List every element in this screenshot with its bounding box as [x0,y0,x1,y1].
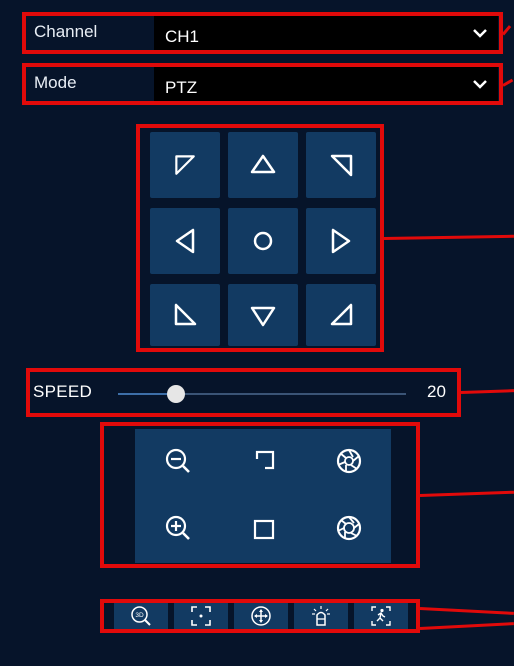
tracking-button[interactable] [354,603,408,629]
chevron-down-icon[interactable] [472,27,488,39]
mode-select[interactable] [154,67,498,101]
ptz-down-button[interactable] [228,284,298,346]
ptz-up-right-button[interactable] [306,132,376,198]
light-icon [312,606,330,626]
zoom-out-button[interactable] [135,429,221,493]
iris-open-icon [336,515,362,541]
iris-close-button[interactable] [307,429,391,493]
ptz-up-left-button[interactable] [150,132,220,198]
callout-line [419,490,514,497]
arrow-up-left-icon [175,155,195,175]
mode-label: Mode [34,73,77,92]
ptz-down-left-button[interactable] [150,284,220,346]
arrow-right-icon [331,228,351,254]
chevron-down-icon[interactable] [472,78,488,90]
zoom-out-icon [165,448,190,473]
focus-frame-button[interactable] [174,603,228,629]
arrow-up-icon [250,154,276,174]
arrow-left-icon [175,228,195,254]
speed-label: SPEED [33,382,93,401]
3d-zoom-button[interactable]: 3D [114,603,168,629]
focus-near-button[interactable] [221,496,307,560]
zoom-in-icon [165,515,190,540]
ptz-center-button[interactable] [228,208,298,274]
center-circle-icon [253,231,273,251]
focus-frame-icon [191,606,211,626]
ptz-up-button[interactable] [228,132,298,198]
callout-line [460,389,514,394]
focus-near-icon [253,519,275,540]
channel-value: CH1 [165,27,200,46]
callout-line [419,622,514,630]
ptz-right-button[interactable] [306,208,376,274]
arrow-down-left-icon [174,303,197,326]
pan-tilt-button[interactable] [234,603,288,629]
ptz-left-button[interactable] [150,208,220,274]
pan-tilt-icon [251,606,271,626]
focus-far-button[interactable] [221,429,307,493]
iris-close-icon [336,448,362,474]
zoom-in-button[interactable] [135,496,221,560]
channel-select[interactable] [154,16,498,50]
arrow-up-right-icon [330,154,353,177]
focus-far-icon [249,450,275,471]
svg-text:3D: 3D [135,612,144,619]
light-button[interactable] [294,603,348,629]
callout-line [419,607,514,615]
ptz-down-right-button[interactable] [306,284,376,346]
arrow-down-icon [250,306,276,327]
tracking-icon [371,606,391,626]
speed-slider-thumb[interactable] [166,385,185,403]
arrow-down-right-icon [330,303,353,326]
callout-line [502,78,514,87]
callout-line [383,234,514,240]
speed-value: 20 [427,382,446,401]
3d-zoom-icon: 3D [131,606,151,626]
channel-label: Channel [34,22,98,41]
mode-value: PTZ [165,78,198,97]
iris-open-button[interactable] [307,496,391,560]
callout-line [501,25,512,36]
